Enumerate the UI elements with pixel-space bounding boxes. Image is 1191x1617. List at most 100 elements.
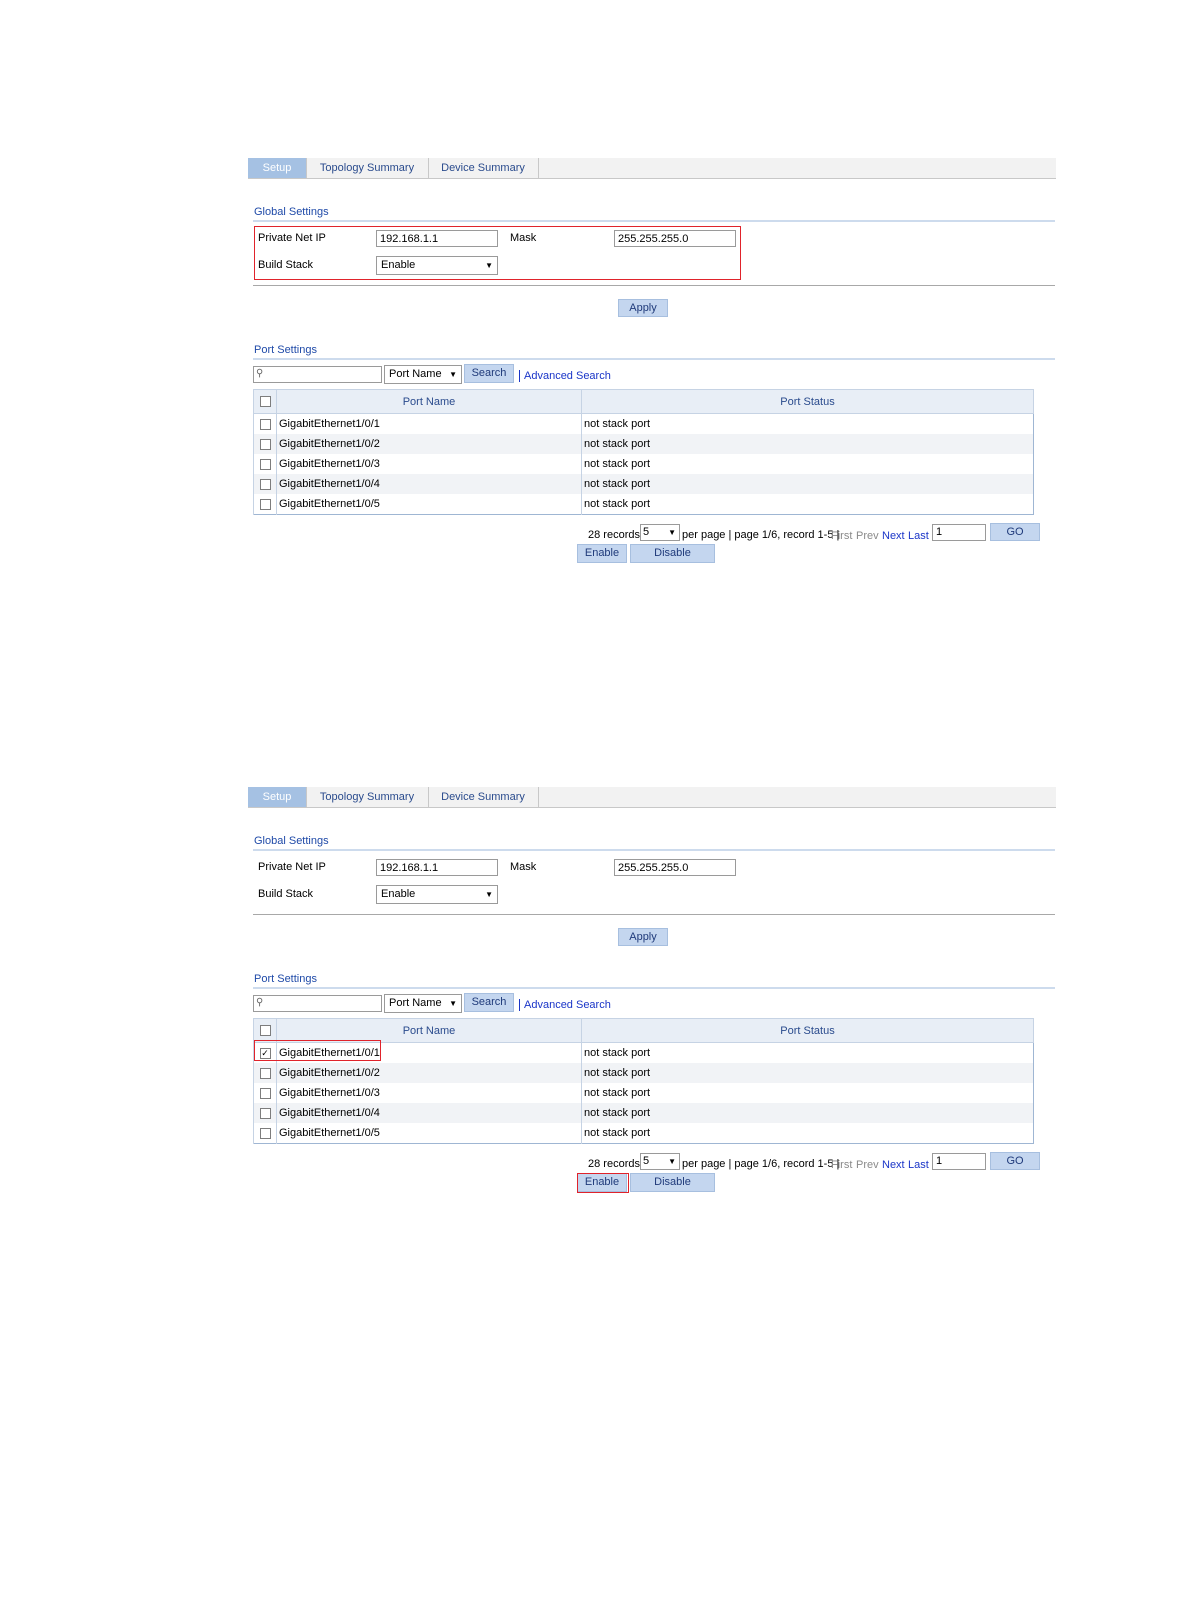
tab-topology-summary[interactable]: Topology Summary <box>306 787 429 807</box>
port-status-cell: not stack port <box>581 413 1034 434</box>
per-page-select[interactable]: 5 ▼ <box>640 1153 680 1170</box>
table-row[interactable]: GigabitEthernet1/0/3 not stack port <box>253 454 1034 474</box>
page-info: per page | page 1/6, record 1-5 | <box>682 1158 840 1170</box>
row-checkbox[interactable] <box>259 478 271 490</box>
row-checkbox[interactable] <box>259 1127 271 1139</box>
row-checkbox-cell[interactable] <box>253 413 277 434</box>
search-button[interactable]: Search <box>464 364 514 383</box>
first-page-link[interactable]: First <box>831 1159 852 1171</box>
select-all-checkbox[interactable] <box>259 396 271 408</box>
apply-button[interactable]: Apply <box>618 299 668 317</box>
search-button[interactable]: Search <box>464 993 514 1012</box>
page-number-input[interactable]: 1 <box>932 524 986 541</box>
prev-page-link[interactable]: Prev <box>856 1159 879 1171</box>
tab-bar: Setup Topology Summary Device Summary <box>248 787 1056 808</box>
disable-button[interactable]: Disable <box>630 1173 715 1192</box>
prev-page-link[interactable]: Prev <box>856 530 879 542</box>
tab-setup[interactable]: Setup <box>248 787 307 807</box>
records-count: 28 records, <box>588 529 644 541</box>
per-page-select[interactable]: 5 ▼ <box>640 524 680 541</box>
next-page-link[interactable]: Next <box>882 1159 905 1171</box>
first-page-link[interactable]: First <box>831 530 852 542</box>
row-checkbox-cell[interactable] <box>253 454 277 474</box>
row-checkbox-cell[interactable] <box>253 494 277 515</box>
select-all-checkbox[interactable] <box>259 1025 271 1037</box>
last-page-link[interactable]: Last <box>908 530 929 542</box>
select-all-cell[interactable] <box>253 1018 277 1043</box>
port-name-cell: GigabitEthernet1/0/1 <box>276 413 582 434</box>
table-row[interactable]: GigabitEthernet1/0/5 not stack port <box>253 1123 1034 1144</box>
page-info: per page | page 1/6, record 1-5 | <box>682 529 840 541</box>
tab-topology-summary[interactable]: Topology Summary <box>306 158 429 178</box>
table-row[interactable]: GigabitEthernet1/0/4 not stack port <box>253 474 1034 494</box>
separator <box>519 370 520 382</box>
row-checkbox[interactable] <box>259 458 271 470</box>
tab-bar: Setup Topology Summary Device Summary <box>248 158 1056 179</box>
table-row[interactable]: GigabitEthernet1/0/2 not stack port <box>253 434 1034 454</box>
column-header-port-status[interactable]: Port Status <box>581 1018 1034 1043</box>
global-settings-title: Global Settings <box>254 835 329 847</box>
disable-button[interactable]: Disable <box>630 544 715 563</box>
row-checkbox-cell[interactable] <box>253 1123 277 1144</box>
port-name-cell: GigabitEthernet1/0/3 <box>276 454 582 474</box>
row-checkbox-cell[interactable] <box>253 1083 277 1103</box>
advanced-search-link[interactable]: Advanced Search <box>524 999 611 1011</box>
row-checkbox[interactable] <box>259 1087 271 1099</box>
port-status-cell: not stack port <box>581 1123 1034 1144</box>
row-checkbox-cell[interactable] <box>253 474 277 494</box>
enable-button[interactable]: Enable <box>577 544 627 563</box>
advanced-search-link[interactable]: Advanced Search <box>524 370 611 382</box>
search-field-select[interactable]: Port Name ▼ <box>384 365 462 384</box>
column-header-port-name[interactable]: Port Name <box>276 1018 582 1043</box>
chevron-down-icon: ▼ <box>668 528 676 537</box>
port-name-cell: GigabitEthernet1/0/2 <box>276 434 582 454</box>
next-page-link[interactable]: Next <box>882 530 905 542</box>
port-settings-title: Port Settings <box>254 344 317 356</box>
column-header-port-status[interactable]: Port Status <box>581 389 1034 414</box>
table-header-row: Port Name Port Status <box>253 389 1034 414</box>
go-button[interactable]: GO <box>990 1152 1040 1170</box>
highlight-box <box>254 226 741 280</box>
table-row[interactable]: GigabitEthernet1/0/2 not stack port <box>253 1063 1034 1083</box>
port-settings-title: Port Settings <box>254 973 317 985</box>
column-header-port-name[interactable]: Port Name <box>276 389 582 414</box>
per-page-value: 5 <box>643 526 650 538</box>
row-checkbox[interactable] <box>259 438 271 450</box>
row-checkbox-cell[interactable] <box>253 1103 277 1123</box>
port-name-cell: GigabitEthernet1/0/5 <box>276 1123 582 1144</box>
table-row[interactable]: GigabitEthernet1/0/5 not stack port <box>253 494 1034 515</box>
build-stack-select[interactable]: Enable ▼ <box>376 885 498 904</box>
row-checkbox-cell[interactable] <box>253 1063 277 1083</box>
tab-setup[interactable]: Setup <box>248 158 307 178</box>
row-checkbox[interactable] <box>259 1067 271 1079</box>
tab-device-summary[interactable]: Device Summary <box>428 787 539 807</box>
row-checkbox[interactable] <box>259 418 271 430</box>
go-button[interactable]: GO <box>990 523 1040 541</box>
row-checkbox[interactable] <box>259 1107 271 1119</box>
port-status-cell: not stack port <box>581 434 1034 454</box>
mask-label: Mask <box>510 861 537 873</box>
search-field-value: Port Name <box>389 997 442 1009</box>
row-checkbox-cell[interactable] <box>253 434 277 454</box>
mask-input[interactable]: 255.255.255.0 <box>614 859 736 876</box>
table-row[interactable]: GigabitEthernet1/0/3 not stack port <box>253 1083 1034 1103</box>
table-row[interactable]: GigabitEthernet1/0/4 not stack port <box>253 1103 1034 1123</box>
divider <box>253 914 1055 915</box>
table-row[interactable]: GigabitEthernet1/0/1 not stack port <box>253 413 1034 434</box>
port-name-cell: GigabitEthernet1/0/2 <box>276 1063 582 1083</box>
tab-device-summary[interactable]: Device Summary <box>428 158 539 178</box>
page-number-input[interactable]: 1 <box>932 1153 986 1170</box>
last-page-link[interactable]: Last <box>908 1159 929 1171</box>
port-name-cell: GigabitEthernet1/0/4 <box>276 1103 582 1123</box>
search-input[interactable]: ⚲ <box>253 995 382 1012</box>
apply-button[interactable]: Apply <box>618 928 668 946</box>
port-name-cell: GigabitEthernet1/0/5 <box>276 494 582 515</box>
private-net-ip-input[interactable]: 192.168.1.1 <box>376 859 498 876</box>
row-checkbox[interactable] <box>259 498 271 510</box>
search-input[interactable]: ⚲ <box>253 366 382 383</box>
separator <box>519 999 520 1011</box>
section-rule <box>253 358 1055 360</box>
search-field-select[interactable]: Port Name ▼ <box>384 994 462 1013</box>
chevron-down-icon: ▼ <box>668 1157 676 1166</box>
select-all-cell[interactable] <box>253 389 277 414</box>
